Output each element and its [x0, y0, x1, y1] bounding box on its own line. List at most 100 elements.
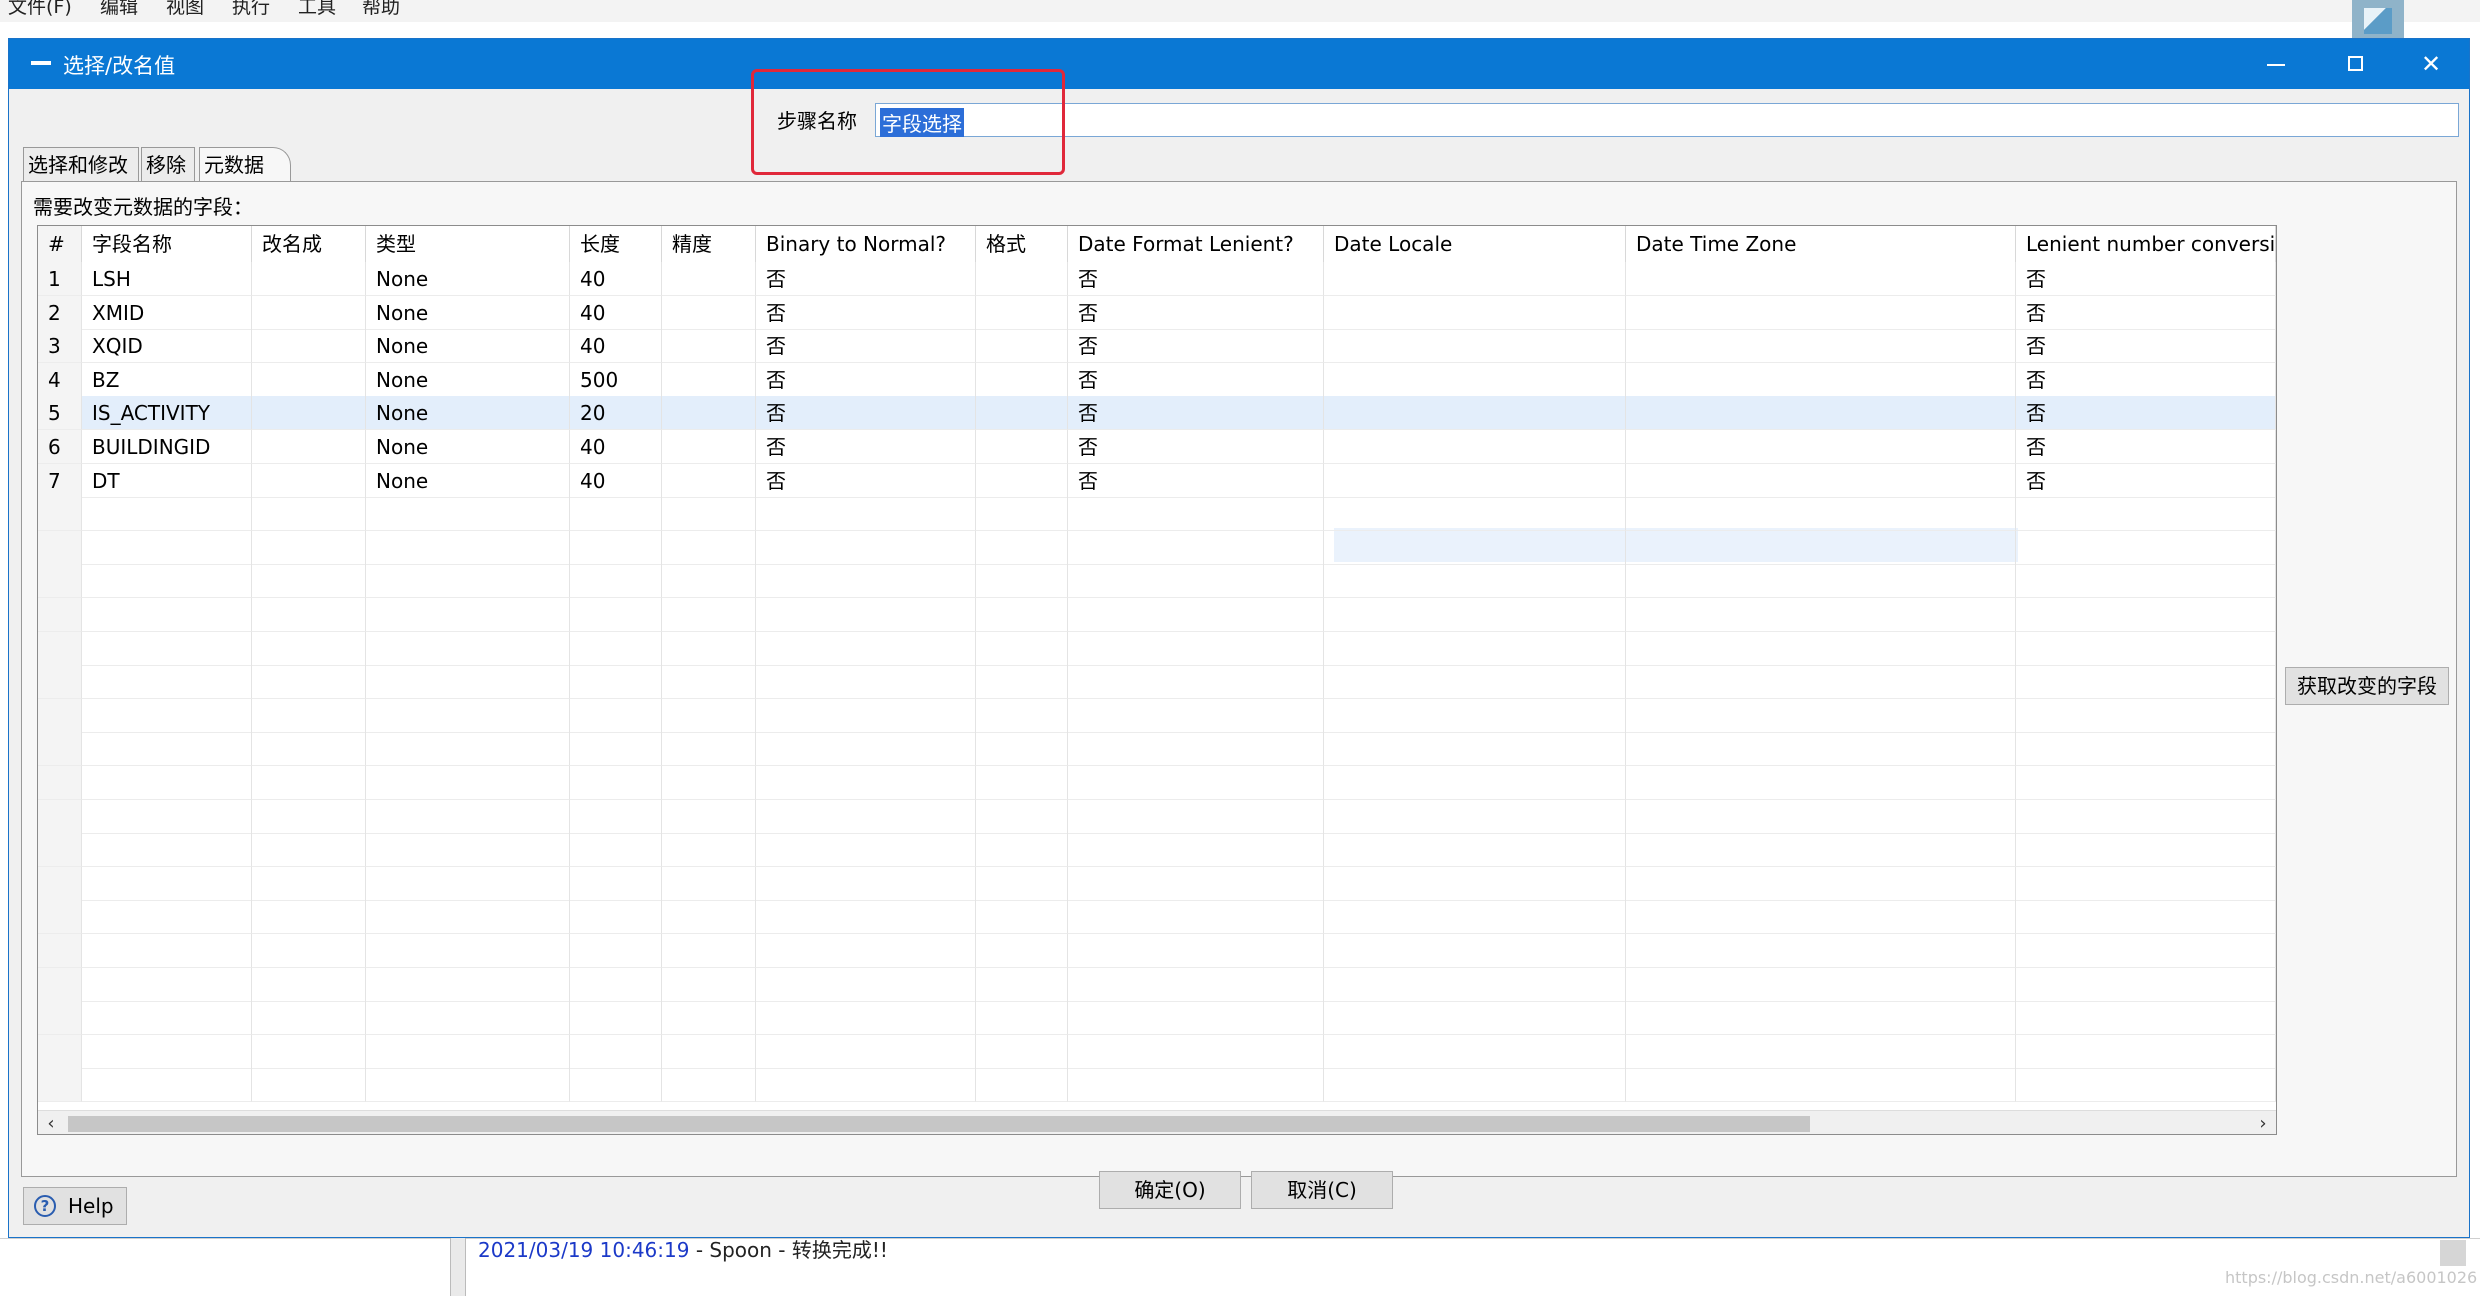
- table-row[interactable]: 7 DT None 40 否 否 否: [38, 463, 2276, 498]
- col-type-cell[interactable]: [366, 1068, 570, 1103]
- col-date-locale-cell[interactable]: [1324, 329, 1626, 364]
- col-date-locale-cell[interactable]: [1324, 497, 1626, 532]
- col-type-cell[interactable]: None: [366, 295, 570, 330]
- col-rename-to-cell[interactable]: [252, 430, 366, 464]
- empty-table-row[interactable]: [38, 665, 2276, 700]
- col-precision-cell[interactable]: [662, 833, 756, 868]
- col-lenient-number-conversion-cell[interactable]: 否: [2016, 329, 2276, 364]
- menu-edit[interactable]: 编辑: [100, 0, 138, 17]
- col-binary-to-normal-cell[interactable]: 否: [756, 396, 976, 431]
- col-date-format-lenient-cell[interactable]: [1068, 497, 1324, 532]
- col-length-cell[interactable]: [570, 530, 662, 565]
- col-precision-cell[interactable]: [662, 967, 756, 1002]
- col-precision-header[interactable]: 精度: [662, 226, 756, 262]
- col-date-format-lenient-cell[interactable]: [1068, 564, 1324, 599]
- col-date-format-lenient-cell[interactable]: [1068, 665, 1324, 700]
- col-type-cell[interactable]: [366, 833, 570, 868]
- col-rename-to-cell[interactable]: [252, 329, 366, 364]
- tab-select-modify[interactable]: 选择和修改: [23, 147, 139, 181]
- get-changed-fields-button[interactable]: 获取改变的字段: [2285, 667, 2449, 705]
- log-splitter[interactable]: [450, 1238, 466, 1296]
- empty-table-row[interactable]: [38, 1034, 2276, 1069]
- col-date-format-lenient-cell[interactable]: [1068, 1034, 1324, 1069]
- table-row[interactable]: 1 LSH None 40 否 否 否: [38, 262, 2276, 296]
- col-precision-cell[interactable]: [662, 934, 756, 968]
- col-rename-to-cell[interactable]: [252, 1034, 366, 1069]
- col-binary-to-normal-cell[interactable]: [756, 1001, 976, 1036]
- col-date-format-lenient-cell[interactable]: [1068, 732, 1324, 767]
- empty-table-row[interactable]: [38, 598, 2276, 632]
- col-date-format-lenient-cell[interactable]: [1068, 1001, 1324, 1036]
- col-field-name-cell[interactable]: [82, 732, 252, 767]
- col-type-cell[interactable]: [366, 967, 570, 1002]
- col-index-header[interactable]: #: [38, 226, 82, 262]
- col-type-cell[interactable]: None: [366, 329, 570, 364]
- col-format-cell[interactable]: [976, 934, 1068, 968]
- col-field-name-cell[interactable]: [82, 1068, 252, 1103]
- col-length-cell[interactable]: [570, 766, 662, 800]
- col-lenient-number-conversion-cell[interactable]: [2016, 1034, 2276, 1069]
- scroll-left-icon[interactable]: ‹: [38, 1111, 64, 1134]
- col-field-name-cell[interactable]: [82, 866, 252, 901]
- col-lenient-number-conversion-cell[interactable]: [2016, 866, 2276, 901]
- col-binary-to-normal-cell[interactable]: [756, 1034, 976, 1069]
- col-date-time-zone-cell[interactable]: [1626, 362, 2016, 397]
- col-type-cell[interactable]: [366, 799, 570, 834]
- col-binary-to-normal-cell[interactable]: 否: [756, 329, 976, 364]
- col-rename-to-cell[interactable]: [252, 295, 366, 330]
- col-field-name-cell[interactable]: DT: [82, 463, 252, 498]
- col-binary-to-normal-cell[interactable]: [756, 698, 976, 733]
- col-length-cell[interactable]: [570, 799, 662, 834]
- col-lenient-number-conversion-cell[interactable]: [2016, 665, 2276, 700]
- col-binary-to-normal-cell[interactable]: 否: [756, 262, 976, 296]
- col-date-format-lenient-cell[interactable]: 否: [1068, 430, 1324, 464]
- col-date-format-lenient-cell[interactable]: [1068, 598, 1324, 632]
- col-format-cell[interactable]: [976, 866, 1068, 901]
- col-precision-cell[interactable]: [662, 362, 756, 397]
- col-date-time-zone-cell[interactable]: [1626, 1068, 2016, 1103]
- col-field-name-cell[interactable]: [82, 967, 252, 1002]
- col-binary-to-normal-cell[interactable]: 否: [756, 463, 976, 498]
- col-binary-to-normal-cell[interactable]: [756, 665, 976, 700]
- col-precision-cell[interactable]: [662, 598, 756, 632]
- col-length-header[interactable]: 长度: [570, 226, 662, 262]
- col-rename-to-cell[interactable]: [252, 497, 366, 532]
- col-date-format-lenient-cell[interactable]: [1068, 530, 1324, 565]
- col-format-cell[interactable]: [976, 396, 1068, 431]
- col-field-name-cell[interactable]: IS_ACTIVITY: [82, 396, 252, 431]
- col-date-format-lenient-cell[interactable]: [1068, 631, 1324, 666]
- col-length-cell[interactable]: [570, 1034, 662, 1069]
- col-format-cell[interactable]: [976, 463, 1068, 498]
- col-date-format-lenient-cell[interactable]: 否: [1068, 329, 1324, 364]
- col-date-locale-cell[interactable]: [1324, 900, 1626, 935]
- col-length-cell[interactable]: [570, 732, 662, 767]
- col-format-cell[interactable]: [976, 665, 1068, 700]
- col-date-time-zone-cell[interactable]: [1626, 295, 2016, 330]
- col-type-cell[interactable]: None: [366, 262, 570, 296]
- col-length-cell[interactable]: [570, 564, 662, 599]
- col-date-locale-cell[interactable]: [1324, 665, 1626, 700]
- col-rename-to-cell[interactable]: [252, 967, 366, 1002]
- scroll-right-icon[interactable]: ›: [2250, 1111, 2276, 1134]
- col-date-locale-header[interactable]: Date Locale: [1324, 226, 1626, 262]
- col-date-format-lenient-cell[interactable]: [1068, 833, 1324, 868]
- col-format-cell[interactable]: [976, 732, 1068, 767]
- col-type-cell[interactable]: [366, 766, 570, 800]
- col-precision-cell[interactable]: [662, 497, 756, 532]
- col-rename-to-cell[interactable]: [252, 698, 366, 733]
- col-field-name-cell[interactable]: [82, 766, 252, 800]
- col-type-cell[interactable]: None: [366, 362, 570, 397]
- col-rename-to-cell[interactable]: [252, 934, 366, 968]
- col-date-time-zone-cell[interactable]: [1626, 463, 2016, 498]
- col-length-cell[interactable]: [570, 698, 662, 733]
- col-precision-cell[interactable]: [662, 799, 756, 834]
- col-date-format-lenient-cell[interactable]: 否: [1068, 396, 1324, 431]
- col-length-cell[interactable]: 500: [570, 362, 662, 397]
- col-date-locale-cell[interactable]: [1324, 262, 1626, 296]
- col-date-locale-cell[interactable]: [1324, 1034, 1626, 1069]
- col-rename-to-cell[interactable]: [252, 1068, 366, 1103]
- col-field-name-cell[interactable]: [82, 1001, 252, 1036]
- col-rename-to-cell[interactable]: [252, 598, 366, 632]
- ok-button[interactable]: 确定(O): [1099, 1171, 1241, 1209]
- col-lenient-number-conversion-cell[interactable]: [2016, 497, 2276, 532]
